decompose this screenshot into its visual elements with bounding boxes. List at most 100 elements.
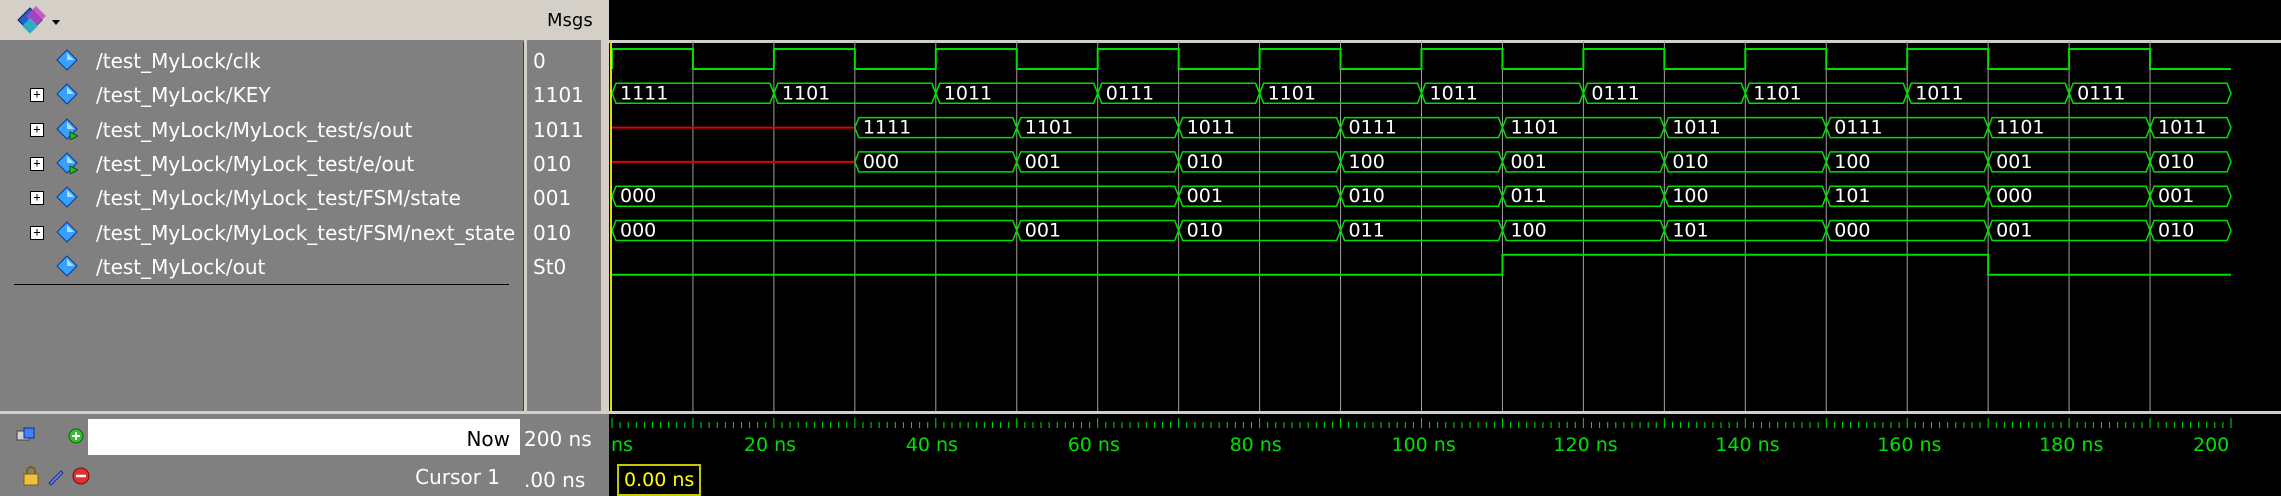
key-value-label: 1101 — [1753, 82, 1801, 104]
key-value-label: 1011 — [944, 82, 992, 104]
state-value-label: 100 — [1672, 185, 1708, 207]
signal-row[interactable]: + /test_MyLock/MyLock_test/FSM/state — [14, 181, 522, 215]
now-value: 200 ns — [524, 427, 592, 451]
signal-name: /test_MyLock/MyLock_test/e/out — [96, 151, 415, 176]
state-value-label: 000 — [1996, 185, 2032, 207]
next-state-value-label: 000 — [620, 220, 656, 242]
key-value-label: 1111 — [620, 82, 668, 104]
s-out-value-label: 0111 — [1349, 117, 1397, 139]
signal-row[interactable]: /test_MyLock/clk — [14, 44, 522, 78]
signal-name: /test_MyLock/MyLock_test/s/out — [96, 117, 413, 142]
signal-row[interactable]: /test_MyLock/out — [14, 250, 522, 284]
s-out-value-label: 1101 — [1996, 117, 2044, 139]
cursor-time-box[interactable]: 0.00 ns — [617, 464, 702, 496]
signal-names-pane: /test_MyLock/clk + /test_MyLock/KEY + /test_… — [0, 0, 524, 411]
next-state-value-label: 010 — [1187, 220, 1223, 242]
timeline-ruler[interactable]: ns 20 ns 40 ns 60 ns 80 ns 100 ns 120 ns 140 ns… — [609, 414, 2281, 496]
ruler-tick-label: 200 — [2193, 434, 2230, 456]
expand-toggle-icon[interactable]: + — [30, 122, 44, 137]
signal-diamond-icon — [56, 49, 78, 71]
e-out-value-label: 100 — [1349, 151, 1385, 173]
signal-diamond-icon — [56, 186, 78, 208]
ruler-tick-label: 60 ns — [1067, 434, 1120, 456]
state-value-label: 000 — [620, 185, 656, 207]
state-value-label: 010 — [1349, 185, 1385, 207]
signal-msg-value: 0 — [533, 49, 546, 73]
s-out-value-label: 1011 — [1187, 117, 1235, 139]
signal-name: /test_MyLock/clk — [96, 49, 261, 73]
key-value-label: 1011 — [1915, 82, 1963, 104]
signal-list: /test_MyLock/clk + /test_MyLock/KEY + /test_… — [14, 44, 522, 409]
next-state-segment — [611, 219, 1018, 242]
state-value-label: 001 — [2158, 185, 2194, 207]
key-value-label: 0111 — [1106, 82, 1154, 104]
e-out-value-label: 100 — [1834, 151, 1870, 173]
signal-row[interactable]: + /test_MyLock/MyLock_test/e/out — [14, 147, 522, 181]
expand-toggle-icon[interactable]: + — [30, 191, 44, 206]
waveform-canvas[interactable]: 1111 1101 1011 0111 1101 1011 0111 1101 1011 0111… — [609, 41, 2281, 411]
expand-toggle-icon[interactable]: + — [30, 156, 44, 171]
signal-diamond-icon — [56, 255, 78, 277]
diamond-dropdown-icon[interactable] — [16, 4, 62, 36]
state-value-label: 011 — [1510, 185, 1546, 207]
ruler-tick-label: 160 ns — [1877, 434, 1942, 456]
signal-diamond-icon — [56, 83, 78, 106]
ruler-tick-label: 100 ns — [1391, 434, 1456, 456]
signal-row[interactable]: + /test_MyLock/MyLock_test/s/out — [14, 113, 522, 147]
s-out-value-label: 1011 — [1672, 117, 1720, 139]
edit-cursor-icon[interactable] — [46, 466, 66, 486]
ruler-tick-label: ns — [611, 434, 633, 456]
zoom-icon[interactable] — [16, 426, 36, 444]
ruler-tick-label: 140 ns — [1715, 434, 1780, 456]
e-out-value-label: 010 — [1672, 151, 1708, 173]
signal-out-diamond-icon — [56, 152, 78, 174]
expand-toggle-icon[interactable]: + — [30, 88, 44, 103]
state-value-label: 101 — [1834, 185, 1870, 207]
key-value-label: 1101 — [1268, 82, 1316, 104]
ruler-tick-label: 80 ns — [1229, 434, 1282, 456]
signal-diamond-icon — [56, 220, 78, 243]
wave-pane[interactable]: 1111 1101 1011 0111 1101 1011 0111 1101 1011 0111… — [606, 0, 2281, 411]
signal-msg-value: 010 — [533, 151, 572, 176]
signal-name: /test_MyLock/MyLock_test/FSM/state — [96, 186, 461, 211]
now-label: Now — [466, 427, 510, 451]
signal-row[interactable]: + /test_MyLock/KEY — [14, 78, 522, 112]
key-value-label: 1011 — [1430, 82, 1478, 104]
signal-name: /test_MyLock/out — [96, 254, 266, 279]
lock-cursor-icon[interactable] — [22, 466, 40, 486]
add-cursor-icon[interactable] — [68, 428, 84, 444]
state-value-label: 001 — [1187, 185, 1223, 207]
signal-msg-value: St0 — [533, 254, 567, 279]
e-out-value-label: 001 — [1025, 151, 1061, 173]
e-out-value-label: 001 — [1996, 151, 2032, 173]
next-state-value-label: 001 — [1996, 220, 2032, 242]
clk-waveform — [611, 48, 2231, 70]
next-state-value-label: 101 — [1672, 220, 1708, 242]
key-value-label: 1101 — [782, 82, 830, 104]
s-out-value-label: 1101 — [1510, 117, 1558, 139]
next-state-value-label: 011 — [1349, 220, 1385, 242]
signal-msg-value: 1101 — [533, 83, 584, 108]
key-value-label: 0111 — [2077, 82, 2125, 104]
signal-msg-value: 010 — [533, 220, 572, 245]
signal-msg-value: 001 — [533, 186, 572, 211]
list-end-divider — [14, 284, 509, 285]
signal-msg-value: 1011 — [533, 117, 584, 142]
delete-cursor-icon[interactable] — [72, 467, 90, 485]
msgs-label: Msgs — [547, 10, 593, 31]
next-state-value-label: 100 — [1510, 220, 1546, 242]
e-out-value-label: 010 — [2158, 151, 2194, 173]
cursor-label: Cursor 1 — [415, 465, 500, 489]
wave-header — [609, 0, 2281, 43]
e-out-value-label: 001 — [1510, 151, 1546, 173]
next-state-value-label: 001 — [1025, 220, 1061, 242]
e-out-value-label: 000 — [863, 151, 899, 173]
s-out-value-label: 0111 — [1834, 117, 1882, 139]
state-segment — [611, 185, 1180, 207]
ruler-tick-label: 40 ns — [905, 434, 958, 456]
signal-row[interactable]: + /test_MyLock/MyLock_test/FSM/next_state — [14, 216, 522, 250]
cursor-status-bar: Now Cursor 1 200 ns .00 ns ns 20 ns 40 ns 6… — [0, 411, 2281, 496]
expand-toggle-icon[interactable]: + — [30, 225, 44, 240]
next-state-value-label: 000 — [1834, 220, 1870, 242]
msgs-pane: Msgs 0 1101 1011 010 001 010 St0 — [524, 0, 604, 411]
